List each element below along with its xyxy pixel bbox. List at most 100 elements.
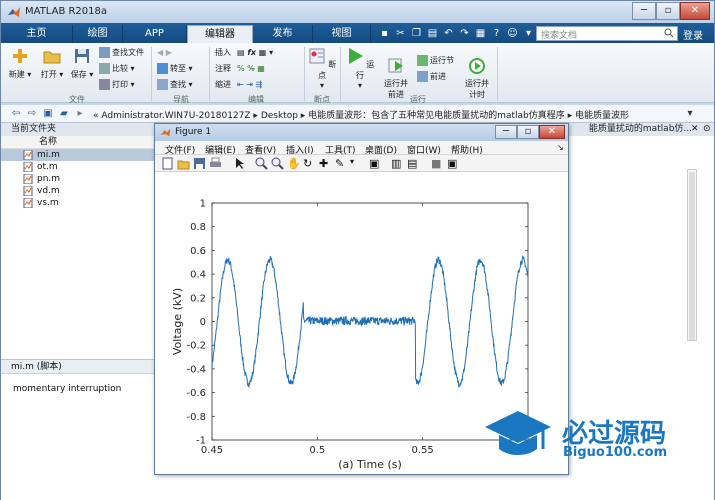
ribbon-separator bbox=[304, 47, 305, 101]
y-tick-label: 0.2 bbox=[190, 293, 206, 304]
file-item[interactable]: pn.m bbox=[1, 173, 160, 185]
hide-plot-tools-icon[interactable]: ■ bbox=[431, 157, 444, 170]
compare-icon bbox=[99, 63, 110, 74]
tab-home[interactable]: 主页 bbox=[1, 25, 73, 43]
brush-dropdown-icon[interactable]: ▾ bbox=[350, 157, 363, 170]
current-path[interactable]: « Administrator.WIN7U-20180127Z ▸ Deskto… bbox=[93, 108, 629, 121]
y-tick-label: 0 bbox=[200, 317, 206, 328]
file-item[interactable]: vd.m bbox=[1, 185, 160, 197]
figure-maximize-button[interactable]: ▫ bbox=[517, 125, 539, 139]
tab-view[interactable]: 视图 bbox=[313, 25, 371, 43]
rotate-3d-icon[interactable]: ↻ bbox=[303, 157, 316, 170]
zoom-out-icon[interactable] bbox=[271, 157, 284, 170]
copy-quick-icon[interactable]: ❐ bbox=[409, 26, 424, 41]
root-separator-icon: ▸ bbox=[77, 108, 83, 119]
help-quick-icon[interactable]: ? bbox=[489, 26, 504, 41]
comment-icons[interactable]: % %̶ ▦ bbox=[237, 63, 265, 76]
forward-icon[interactable]: ⇨ bbox=[25, 107, 39, 121]
community-icon[interactable]: ☺ bbox=[505, 26, 520, 41]
open-button[interactable]: 打开 ▾ bbox=[39, 47, 65, 80]
save-quick-icon[interactable]: ▪ bbox=[377, 26, 392, 41]
cut-quick-icon[interactable]: ✂ bbox=[393, 26, 408, 41]
figure-title-bar: Figure 1 ─ ▫ ✕ bbox=[155, 124, 568, 141]
print-figure-icon[interactable] bbox=[209, 157, 222, 170]
insert-icons[interactable]: ▤ fx ▦ ▾ bbox=[237, 47, 273, 60]
scroll-thumb[interactable] bbox=[689, 172, 695, 340]
indent-button[interactable]: 缩进 bbox=[215, 79, 231, 92]
y-tick-label: -0.8 bbox=[186, 412, 206, 423]
file-item[interactable]: ot.m bbox=[1, 161, 160, 173]
new-button[interactable]: 新建 ▾ bbox=[7, 47, 33, 80]
save-button[interactable]: 保存 ▾ bbox=[69, 47, 95, 80]
pan-hand-icon[interactable]: ✋ bbox=[287, 157, 301, 170]
insert-label: 插入 bbox=[215, 48, 231, 57]
matlab-window: MATLAB R2018a ─ ▫ ✕ 主页 绘图 APP 编辑器 发布 视图 … bbox=[0, 0, 715, 500]
open-folder-icon bbox=[43, 51, 61, 64]
save-figure-icon[interactable] bbox=[193, 157, 206, 170]
tab-publish[interactable]: 发布 bbox=[253, 25, 313, 43]
tab-plots[interactable]: 绘图 bbox=[73, 25, 123, 43]
editor-scrollbar[interactable] bbox=[687, 169, 697, 341]
find-files-button[interactable]: 查找文件 bbox=[99, 47, 144, 60]
back-icon[interactable]: ⇦ bbox=[9, 107, 23, 121]
run-section-button[interactable]: 运行节 bbox=[417, 55, 454, 68]
undo-quick-icon[interactable]: ↶ bbox=[441, 26, 456, 41]
minimize-button[interactable]: ─ bbox=[632, 2, 656, 20]
run-and-time-button[interactable]: 运行并 计时 bbox=[461, 47, 493, 100]
save-label: 保存 bbox=[70, 70, 87, 79]
login-button[interactable]: 登录 bbox=[683, 27, 703, 42]
redo-quick-icon[interactable]: ↷ bbox=[457, 26, 472, 41]
indent-icons[interactable]: ⇤ ⇥ ⇶ bbox=[237, 79, 262, 92]
tab-editor[interactable]: 编辑器 bbox=[187, 25, 253, 43]
advance-icon bbox=[417, 71, 428, 82]
maximize-button[interactable]: ▫ bbox=[656, 2, 680, 20]
editor-actions-icon[interactable]: ⊙ bbox=[703, 124, 711, 134]
switch-windows-icon[interactable]: ▦ bbox=[473, 26, 488, 41]
title-bar: MATLAB R2018a ─ ▫ ✕ bbox=[1, 1, 714, 23]
insert-button[interactable]: 插入 bbox=[215, 47, 231, 60]
editor-close-icon[interactable]: ✕ bbox=[691, 124, 699, 134]
insert-colorbar-icon[interactable]: ▥ bbox=[391, 157, 404, 170]
up-folder-icon[interactable]: ▣ bbox=[41, 107, 55, 121]
path-dropdown-icon[interactable]: ▾ bbox=[683, 107, 697, 121]
run-button[interactable]: 运行 ▾ bbox=[345, 47, 375, 90]
link-plot-icon[interactable]: ▣ bbox=[369, 157, 382, 170]
close-button[interactable]: ✕ bbox=[680, 2, 710, 20]
goto-button[interactable]: 转至 ▾ bbox=[157, 63, 193, 76]
data-cursor-icon[interactable]: ✚ bbox=[319, 157, 332, 170]
zoom-in-icon[interactable] bbox=[255, 157, 268, 170]
m-file-icon bbox=[23, 174, 33, 184]
m-file-icon bbox=[23, 186, 33, 196]
breakpoints-button[interactable]: 断点 ▾ bbox=[307, 47, 337, 90]
figure-close-button[interactable]: ✕ bbox=[539, 125, 565, 139]
ribbon-separator bbox=[151, 47, 152, 101]
open-file-icon[interactable] bbox=[177, 157, 190, 170]
find-button[interactable]: 查找 ▾ bbox=[157, 79, 193, 92]
run-time-icon bbox=[469, 58, 485, 74]
tab-apps[interactable]: APP bbox=[123, 25, 187, 43]
insert-legend-icon[interactable]: ▤ bbox=[407, 157, 420, 170]
name-column-header[interactable]: 名称 bbox=[1, 136, 160, 149]
browse-folder-icon[interactable]: ▰ bbox=[57, 107, 71, 121]
comment-button[interactable]: 注释 bbox=[215, 63, 231, 76]
compare-button[interactable]: 比较 ▾ bbox=[99, 63, 135, 76]
y-tick-label: -0.2 bbox=[186, 341, 206, 352]
new-figure-icon[interactable] bbox=[161, 157, 174, 170]
run-group-label: 运行 bbox=[410, 95, 426, 104]
quick-access-menu-icon[interactable]: ▾ bbox=[521, 26, 536, 41]
file-name: ot.m bbox=[37, 162, 58, 172]
search-documentation-input[interactable]: 搜索文档 bbox=[536, 26, 678, 41]
figure-minimize-button[interactable]: ─ bbox=[495, 125, 517, 139]
brush-icon[interactable]: ✎ bbox=[335, 157, 348, 170]
show-plot-tools-icon[interactable]: ▣ bbox=[447, 157, 460, 170]
paste-quick-icon[interactable]: ▤ bbox=[425, 26, 440, 41]
menu-dock-icon[interactable]: ↘ bbox=[557, 143, 564, 152]
x-axis-label: (a) Time (s) bbox=[338, 458, 402, 471]
file-item[interactable]: vs.m bbox=[1, 197, 160, 209]
advance-button[interactable]: 前进 bbox=[417, 71, 446, 84]
print-button[interactable]: 打印 ▾ bbox=[99, 79, 135, 92]
edit-plot-arrow-icon[interactable] bbox=[233, 157, 246, 170]
file-item[interactable]: mi.m bbox=[1, 149, 160, 161]
ribbon-separator bbox=[209, 47, 210, 101]
run-advance-button[interactable]: 运行并 前进 bbox=[379, 47, 413, 100]
